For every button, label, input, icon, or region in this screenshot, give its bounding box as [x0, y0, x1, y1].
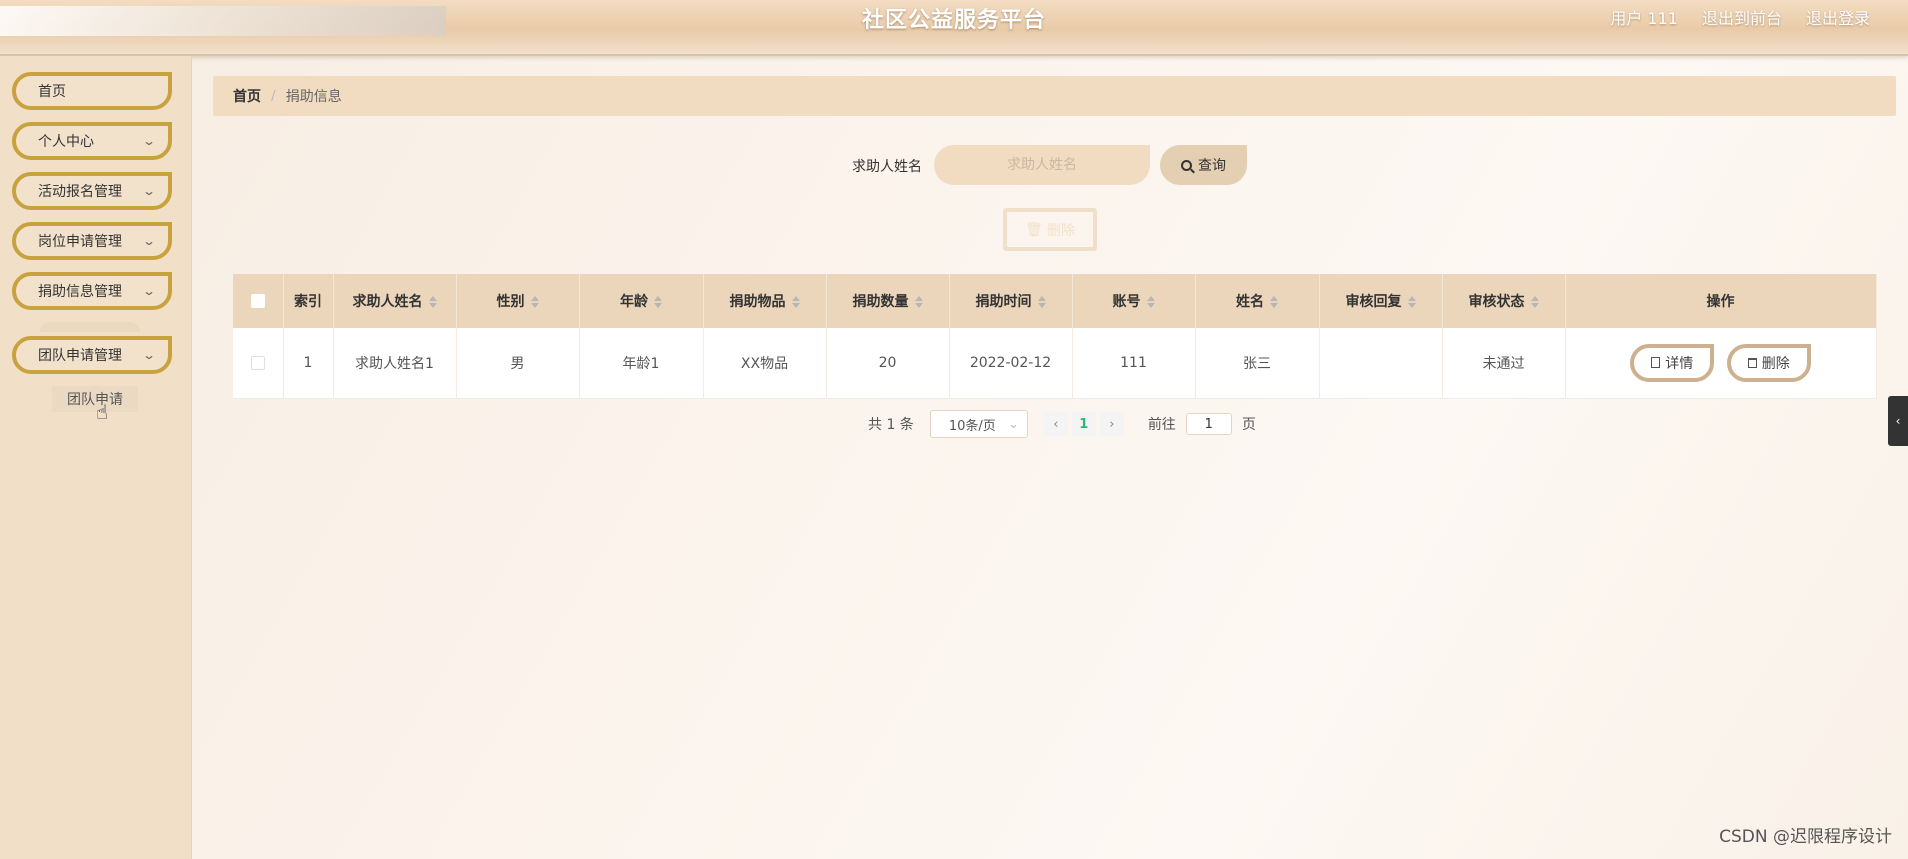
cell-reply: [1319, 328, 1443, 399]
sidebar-item-label: 个人中心: [38, 134, 94, 150]
cell-age: 年龄1: [579, 328, 704, 399]
delete-button[interactable]: 删除: [1726, 344, 1811, 382]
search-button[interactable]: 查询: [1160, 145, 1247, 185]
column-header[interactable]: 审核状态: [1442, 274, 1566, 328]
chevron-up-icon: ⌄: [141, 348, 157, 362]
prev-page-button[interactable]: ‹: [1043, 412, 1068, 436]
select-all-cell: [233, 274, 284, 328]
collapse-tab[interactable]: ‹: [1888, 396, 1908, 446]
search-icon: [1181, 159, 1192, 171]
cell-gender: 男: [456, 328, 580, 399]
sort-icon[interactable]: [1037, 295, 1046, 309]
hand-cursor-icon: ☝: [96, 400, 109, 424]
page-suffix: 页: [1241, 417, 1256, 433]
batch-delete-button[interactable]: 🗑 删除: [1003, 208, 1097, 251]
column-header[interactable]: 捐助时间: [949, 274, 1073, 328]
cell-status: 未通过: [1442, 328, 1566, 399]
chevron-down-icon: ⌄: [1007, 416, 1019, 432]
row-checkbox[interactable]: [250, 355, 265, 370]
page-size-select[interactable]: 10条/页 ⌄: [929, 410, 1028, 438]
cell-quantity: 20: [826, 328, 950, 399]
cell-real-name: 张三: [1195, 328, 1320, 399]
sidebar-item-label: 岗位申请管理: [38, 234, 122, 250]
page-number[interactable]: 1: [1071, 412, 1096, 436]
cell-time: 2022-02-12: [949, 328, 1073, 399]
column-header[interactable]: 捐助数量: [826, 274, 950, 328]
breadcrumb-separator: /: [271, 88, 276, 104]
search-input[interactable]: [934, 145, 1150, 185]
sort-icon[interactable]: [1146, 295, 1155, 309]
sort-icon[interactable]: [654, 295, 662, 309]
sidebar-item-activity-signup[interactable]: 活动报名管理 ⌄: [12, 172, 172, 210]
goto-label: 前往: [1147, 417, 1176, 433]
breadcrumb: 首页 / 捐助信息: [213, 76, 1896, 116]
current-user: 用户 111: [1610, 9, 1678, 28]
pagination: 共 1 条 10条/页 ⌄ ‹ 1 › 前往 页: [868, 410, 1256, 438]
sidebar-item-label: 活动报名管理: [38, 184, 122, 200]
watermark: CSDN @迟限程序设计: [1719, 827, 1892, 847]
detail-button[interactable]: 详情: [1630, 343, 1715, 382]
chevron-down-icon: ⌄: [141, 234, 157, 248]
sidebar-item-home[interactable]: 首页: [12, 72, 172, 110]
sidebar-item-label: 捐助信息管理: [38, 284, 122, 300]
logout-link[interactable]: 退出登录: [1806, 5, 1870, 29]
search-button-label: 查询: [1198, 158, 1226, 174]
sort-icon[interactable]: [428, 295, 437, 309]
sort-icon[interactable]: [914, 295, 923, 309]
column-header[interactable]: 性别: [456, 274, 580, 328]
sidebar-item-label: 团队申请管理: [38, 348, 122, 364]
next-page-button[interactable]: ›: [1099, 412, 1124, 436]
sort-icon[interactable]: [791, 295, 800, 309]
donation-table: 索引 求助人姓名 性别 年龄 捐助物品 捐助数量 捐助时间 账号 姓名 审核回复…: [233, 274, 1877, 399]
sort-icon[interactable]: [530, 295, 539, 309]
column-header[interactable]: 捐助物品: [703, 274, 827, 328]
cell-item: XX物品: [703, 328, 827, 399]
cell-actions: 详情 删除: [1565, 328, 1877, 399]
chevron-down-icon: ⌄: [141, 284, 157, 298]
breadcrumb-home[interactable]: 首页: [233, 86, 261, 106]
cell-account: 111: [1072, 328, 1196, 399]
chevron-down-icon: ⌄: [141, 134, 157, 148]
sidebar-item-position-apply[interactable]: 岗位申请管理 ⌄: [12, 222, 172, 260]
sidebar-item-team-apply[interactable]: 团队申请管理 ⌄: [12, 336, 172, 374]
pager: ‹ 1 ›: [1043, 412, 1124, 436]
column-header: 操作: [1565, 274, 1877, 328]
column-header: 索引: [283, 274, 334, 328]
back-to-front-link[interactable]: 退出到前台: [1702, 5, 1782, 29]
sort-icon[interactable]: [1270, 295, 1278, 309]
breadcrumb-current: 捐助信息: [285, 89, 342, 105]
sort-icon[interactable]: [1530, 295, 1539, 309]
cell-index: 1: [283, 328, 334, 399]
header-actions: 用户 111 退出到前台 退出登录: [1610, 5, 1870, 29]
goto-page-input[interactable]: [1185, 413, 1232, 435]
batch-delete-label: 删除: [1046, 222, 1075, 239]
column-header[interactable]: 年龄: [579, 274, 704, 328]
chevron-down-icon: ⌄: [141, 184, 157, 198]
column-header[interactable]: 求助人姓名: [333, 274, 457, 328]
column-header[interactable]: 姓名: [1195, 274, 1320, 328]
top-header: 社区公益服务平台 用户 111 退出到前台 退出登录: [0, 0, 1908, 56]
trash-icon: [1747, 358, 1757, 368]
cell-name: 求助人姓名1: [333, 328, 457, 399]
sidebar-item-donation-info[interactable]: 捐助信息管理 ⌄: [12, 272, 172, 310]
total-count: 共 1 条: [868, 417, 914, 433]
column-header[interactable]: 账号: [1072, 274, 1196, 328]
document-icon: [1651, 357, 1661, 368]
select-all-checkbox[interactable]: [250, 294, 265, 308]
column-header[interactable]: 审核回复: [1319, 274, 1443, 328]
sidebar-item-personal-center[interactable]: 个人中心 ⌄: [12, 122, 172, 160]
sort-icon[interactable]: [1407, 295, 1416, 309]
submenu-decoration: [40, 322, 140, 332]
sidebar-item-label: 首页: [38, 84, 66, 100]
trash-icon: 🗑: [1025, 221, 1043, 238]
table-header-row: 索引 求助人姓名 性别 年龄 捐助物品 捐助数量 捐助时间 账号 姓名 审核回复…: [233, 274, 1877, 328]
submenu-team-apply[interactable]: 团队申请: [52, 386, 138, 412]
row-select-cell: [233, 328, 284, 399]
search-label: 求助人姓名: [852, 159, 922, 175]
table-row: 1 求助人姓名1 男 年龄1 XX物品 20 2022-02-12 111 张三…: [233, 328, 1877, 399]
sidebar: 首页 个人中心 ⌄ 活动报名管理 ⌄ 岗位申请管理 ⌄ 捐助信息管理 ⌄ 团队申…: [0, 56, 192, 859]
chevron-left-icon: ‹: [1895, 414, 1901, 428]
